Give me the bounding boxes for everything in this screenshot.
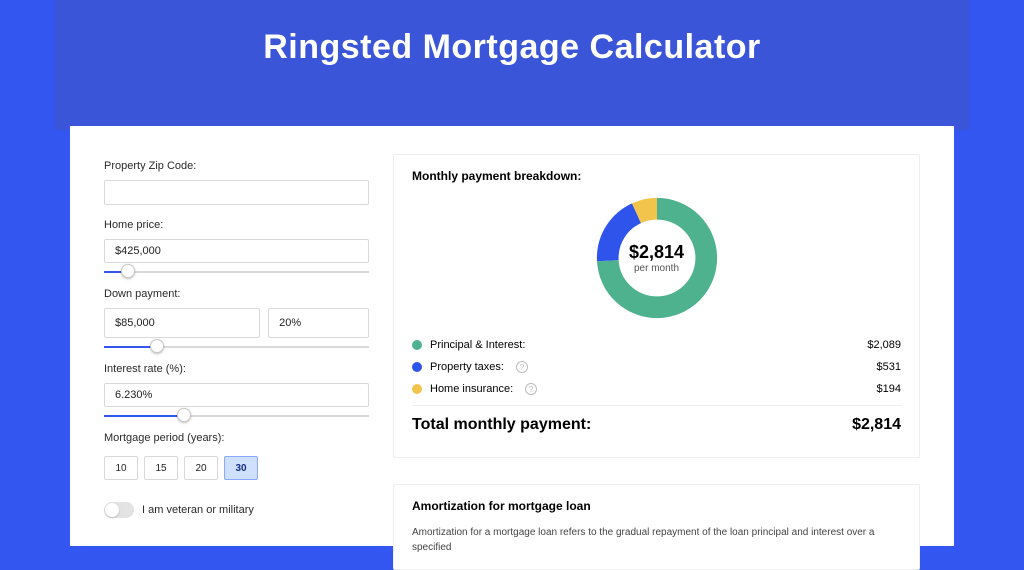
amortization-body: Amortization for a mortgage loan refers …: [412, 525, 901, 555]
donut-center-sub: per month: [634, 263, 679, 274]
donut-center-value: $2,814: [629, 242, 684, 263]
calculator-card: Property Zip Code: Home price: Down paym…: [70, 126, 954, 546]
interest-rate-label: Interest rate (%):: [104, 363, 369, 375]
breakdown-title: Monthly payment breakdown:: [412, 169, 901, 183]
total-value: $2,814: [852, 416, 901, 434]
down-payment-slider[interactable]: [104, 344, 369, 349]
legend-label: Property taxes:: [430, 361, 504, 373]
legend-row: Principal & Interest: $2,089: [412, 339, 901, 351]
breakdown-donut-chart: $2,814 per month: [592, 193, 722, 323]
legend-dot-icon: [412, 362, 422, 372]
veteran-toggle[interactable]: [104, 502, 134, 518]
legend-label: Principal & Interest:: [430, 339, 525, 351]
results-panel: Monthly payment breakdown: $2,814 per mo…: [393, 154, 920, 518]
down-payment-input[interactable]: [104, 308, 260, 338]
period-option-15[interactable]: 15: [144, 456, 178, 480]
legend-row: Home insurance:? $194: [412, 383, 901, 395]
period-option-20[interactable]: 20: [184, 456, 218, 480]
down-payment-pct-input[interactable]: [268, 308, 369, 338]
legend-row: Property taxes:? $531: [412, 361, 901, 373]
period-options: 10152030: [104, 456, 369, 480]
help-icon[interactable]: ?: [525, 383, 537, 395]
legend-label: Home insurance:: [430, 383, 513, 395]
home-price-input[interactable]: [104, 239, 369, 264]
page-title: Ringsted Mortgage Calculator: [55, 28, 969, 67]
amortization-title: Amortization for mortgage loan: [412, 499, 901, 513]
legend-value: $2,089: [867, 339, 901, 351]
breakdown-legend: Principal & Interest: $2,089 Property taxe…: [412, 339, 901, 395]
legend-value: $531: [877, 361, 901, 373]
legend-dot-icon: [412, 340, 422, 350]
zip-label: Property Zip Code:: [104, 160, 369, 172]
amortization-panel: Amortization for mortgage loan Amortizat…: [393, 484, 920, 570]
form-panel: Property Zip Code: Home price: Down paym…: [104, 154, 369, 518]
legend-value: $194: [877, 383, 901, 395]
period-option-10[interactable]: 10: [104, 456, 138, 480]
period-option-30[interactable]: 30: [224, 456, 258, 480]
home-price-label: Home price:: [104, 219, 369, 231]
home-price-slider[interactable]: [104, 269, 369, 274]
down-payment-label: Down payment:: [104, 288, 369, 300]
interest-rate-input[interactable]: [104, 383, 369, 408]
zip-input[interactable]: [104, 180, 369, 205]
legend-dot-icon: [412, 384, 422, 394]
hero-banner: Ringsted Mortgage Calculator: [55, 0, 969, 130]
veteran-label: I am veteran or military: [142, 504, 254, 516]
help-icon[interactable]: ?: [516, 361, 528, 373]
period-label: Mortgage period (years):: [104, 432, 369, 444]
total-label: Total monthly payment:: [412, 416, 591, 434]
interest-rate-slider[interactable]: [104, 413, 369, 418]
